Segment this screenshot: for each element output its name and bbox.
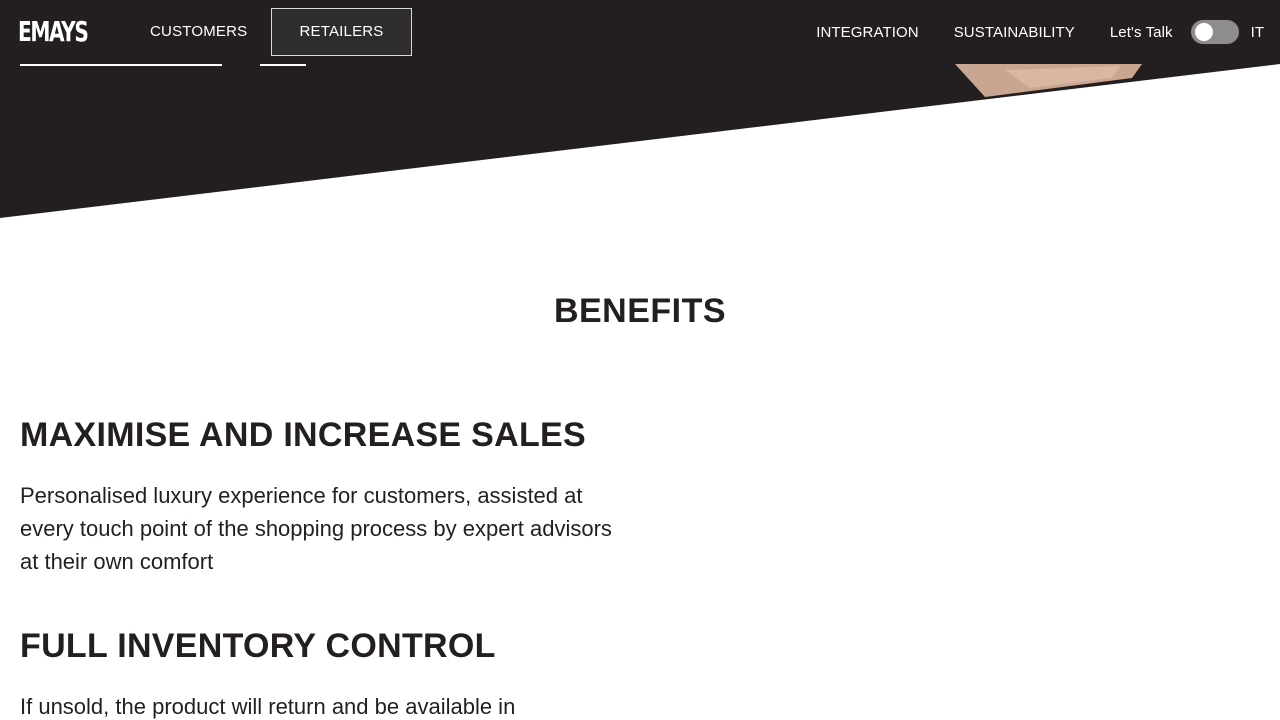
benefit-title: FULL INVENTORY CONTROL bbox=[20, 627, 496, 665]
customers-button[interactable]: CUSTOMERS bbox=[149, 8, 247, 56]
nav-integration[interactable]: INTEGRATION bbox=[816, 24, 919, 41]
logo[interactable]: EMAYS bbox=[18, 14, 89, 50]
benefit-title: MAXIMISE AND INCREASE SALES bbox=[20, 416, 587, 454]
benefit-item: FULL INVENTORY CONTROL If unsold, the pr… bbox=[20, 626, 630, 720]
nav-lets-talk[interactable]: Let's Talk bbox=[1110, 24, 1173, 41]
nav-sustainability[interactable]: SUSTAINABILITY bbox=[954, 24, 1075, 41]
audience-switch: CUSTOMERS RETAILERS bbox=[149, 8, 412, 56]
main-nav: INTEGRATION SUSTAINABILITY Let's Talk IT bbox=[816, 12, 1264, 52]
site-header: EMAYS CUSTOMERS RETAILERS INTEGRATION SU… bbox=[0, 0, 1280, 66]
hero-underline-long bbox=[20, 64, 222, 66]
toggle-knob bbox=[1194, 23, 1213, 41]
benefit-item: MAXIMISE AND INCREASE SALES Personalised… bbox=[20, 415, 630, 578]
retailers-button[interactable]: RETAILERS bbox=[271, 8, 412, 56]
page: EMAYS CUSTOMERS RETAILERS INTEGRATION SU… bbox=[0, 0, 1280, 720]
language-toggle[interactable] bbox=[1190, 20, 1239, 44]
hero-underline-short bbox=[260, 64, 306, 66]
language-label: IT bbox=[1250, 23, 1264, 41]
benefit-text: If unsold, the product will return and b… bbox=[20, 694, 516, 719]
benefit-text: Personalised luxury experience for custo… bbox=[20, 483, 612, 574]
section-title: BENEFITS bbox=[553, 292, 727, 330]
